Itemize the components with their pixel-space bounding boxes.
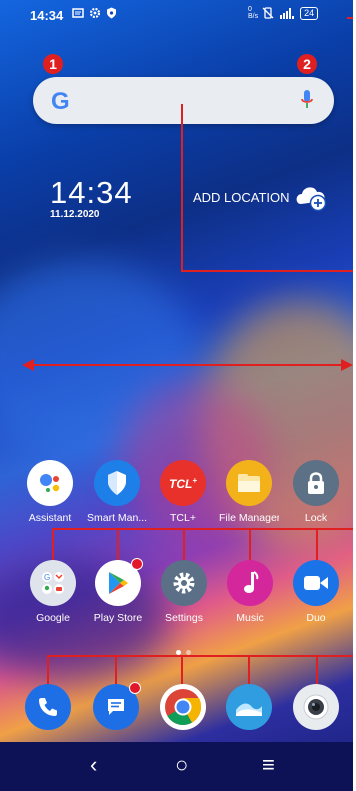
app-play-store[interactable]: Play Store (88, 558, 148, 624)
back-button[interactable]: ‹ (90, 752, 97, 778)
callout-line (248, 655, 250, 685)
home-button[interactable]: ○ (175, 752, 188, 778)
music-note-icon (227, 560, 273, 606)
app-label: Music (236, 612, 264, 624)
app-label: Assistant (28, 512, 72, 524)
app-lock[interactable]: Lock (286, 460, 346, 524)
app-label: Google (36, 612, 70, 624)
dock-gallery[interactable] (219, 684, 279, 736)
dock-messages[interactable] (86, 682, 146, 736)
video-camera-icon (293, 560, 339, 606)
callout-line (117, 528, 119, 562)
app-label: Lock (304, 512, 328, 524)
notification-message-icon (72, 8, 84, 18)
callout-line (52, 528, 54, 562)
app-file-manager[interactable]: File Manager (219, 460, 279, 524)
callout-line (181, 655, 183, 685)
app-label: Duo (306, 612, 326, 624)
callout-line (181, 104, 183, 272)
app-label: TCL+ (170, 512, 196, 524)
callout-line (316, 655, 318, 685)
status-time: 14:34 (30, 8, 64, 23)
gear-icon (89, 7, 101, 19)
callout-line (47, 655, 49, 685)
status-bar: 14:34 0 B/s 24 (0, 0, 353, 30)
dock-camera[interactable] (286, 684, 346, 736)
battery-icon: 24 (300, 6, 319, 20)
navigation-bar: ‹ ○ ≡ (0, 742, 353, 791)
app-label: File Manager (219, 512, 279, 524)
recents-button[interactable]: ≡ (262, 752, 275, 778)
google-logo-icon[interactable]: G (51, 88, 70, 116)
google-folder-icon: G (30, 560, 76, 606)
clock-time: 14:34 (50, 175, 133, 210)
app-settings[interactable]: Settings (154, 560, 214, 624)
signal-icon (280, 8, 295, 19)
app-music[interactable]: Music (220, 560, 280, 624)
app-label: Play Store (93, 612, 143, 624)
shield-status-icon (107, 7, 116, 19)
add-location-label[interactable]: ADD LOCATION (193, 190, 290, 205)
callout-line (249, 528, 251, 562)
notification-dot-icon (131, 558, 143, 570)
dock-chrome[interactable] (153, 684, 213, 736)
annotation-marker-2: 2 (297, 54, 317, 74)
app-assistant[interactable]: Assistant (20, 460, 80, 524)
assistant-icon (27, 460, 73, 506)
tcl-plus-icon: TCL+ (160, 460, 206, 506)
app-label: Settings (165, 612, 203, 624)
annotation-marker-1: 1 (43, 54, 63, 74)
notification-dot-icon (129, 682, 141, 694)
callout-line (52, 528, 353, 530)
folder-icon (226, 460, 272, 506)
data-speed-icon: 0 B/s (248, 6, 259, 20)
callout-line (181, 270, 353, 272)
phone-icon (25, 684, 71, 730)
settings-gear-icon (161, 560, 207, 606)
swipe-arrow-icon (22, 359, 353, 371)
lock-icon (293, 460, 339, 506)
camera-icon (293, 684, 339, 730)
callout-line (47, 655, 353, 657)
app-google-folder[interactable]: G Google (23, 560, 83, 624)
app-duo[interactable]: Duo (286, 560, 346, 624)
callout-line (115, 655, 117, 685)
chrome-icon (160, 684, 206, 730)
app-smart-manager[interactable]: Smart Man... (87, 460, 147, 524)
shield-icon (94, 460, 140, 506)
home-screen: 14:34 0 B/s 24 1 2 G 14:34 11.12.2020 ADD… (0, 0, 353, 791)
callout-line (183, 528, 185, 562)
gallery-icon (226, 684, 272, 730)
weather-cloud-add-icon[interactable] (293, 180, 331, 212)
app-label: Smart Man... (87, 512, 147, 524)
app-tcl-plus[interactable]: TCL+ TCL+ (153, 460, 213, 524)
clock-widget[interactable]: 14:34 11.12.2020 (50, 175, 133, 220)
google-search-bar[interactable]: G (33, 77, 334, 124)
mic-icon[interactable] (301, 90, 313, 110)
svg-text:G: G (44, 573, 50, 582)
play-store-icon (95, 558, 143, 606)
callout-line (316, 528, 318, 562)
dock-phone[interactable] (18, 684, 78, 736)
mute-vibrate-icon (262, 7, 274, 19)
messages-icon (93, 682, 141, 730)
